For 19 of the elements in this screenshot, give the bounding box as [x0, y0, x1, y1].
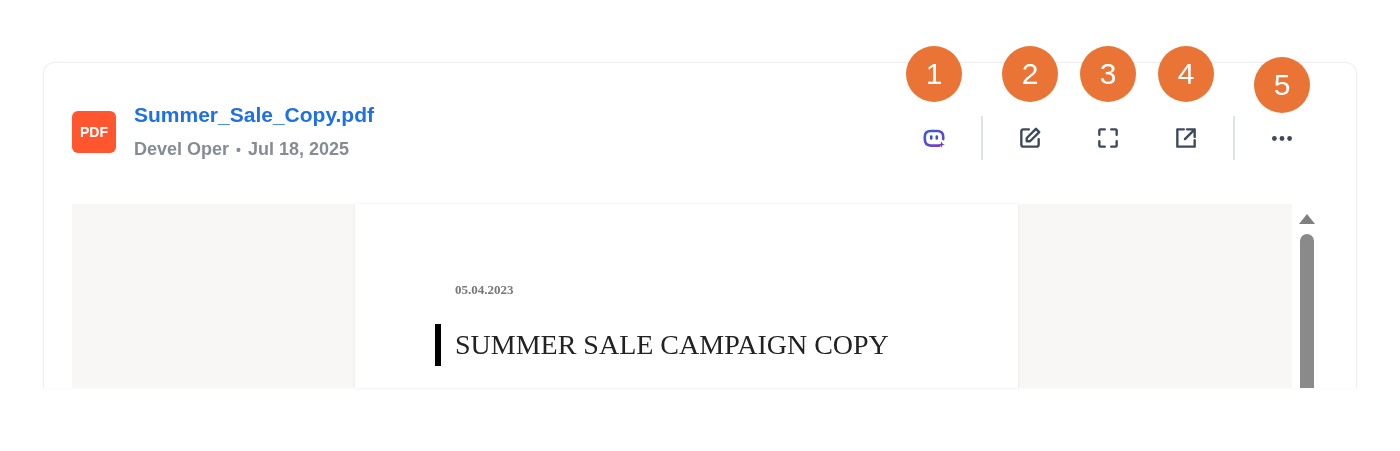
heading-bar: [435, 324, 441, 366]
upload-date: Jul 18, 2025: [247, 139, 350, 160]
pdf-file-icon: PDF: [72, 110, 116, 153]
document-date: 05.04.2023: [455, 282, 515, 298]
scrollbar-thumb[interactable]: [1300, 234, 1314, 388]
edit-icon: [1017, 125, 1043, 151]
scroll-up-arrow-icon[interactable]: [1299, 214, 1315, 224]
more-icon: [1272, 135, 1292, 141]
author-name: Devel Oper: [134, 139, 230, 160]
number-badge: 3: [1080, 46, 1136, 102]
fullscreen-icon: [1095, 125, 1121, 151]
number-badge: 5: [1254, 56, 1310, 113]
number-badge: 4: [1158, 46, 1214, 102]
number-badge: 1: [906, 46, 962, 102]
separator-dot: •: [236, 141, 241, 158]
document-heading: SUMMER SALE CAMPAIGN COPY: [455, 329, 889, 361]
number-badge: 2: [1002, 46, 1058, 102]
open-external-icon: [1173, 125, 1199, 151]
file-name-link[interactable]: Summer_Sale_Copy.pdf: [134, 103, 374, 127]
